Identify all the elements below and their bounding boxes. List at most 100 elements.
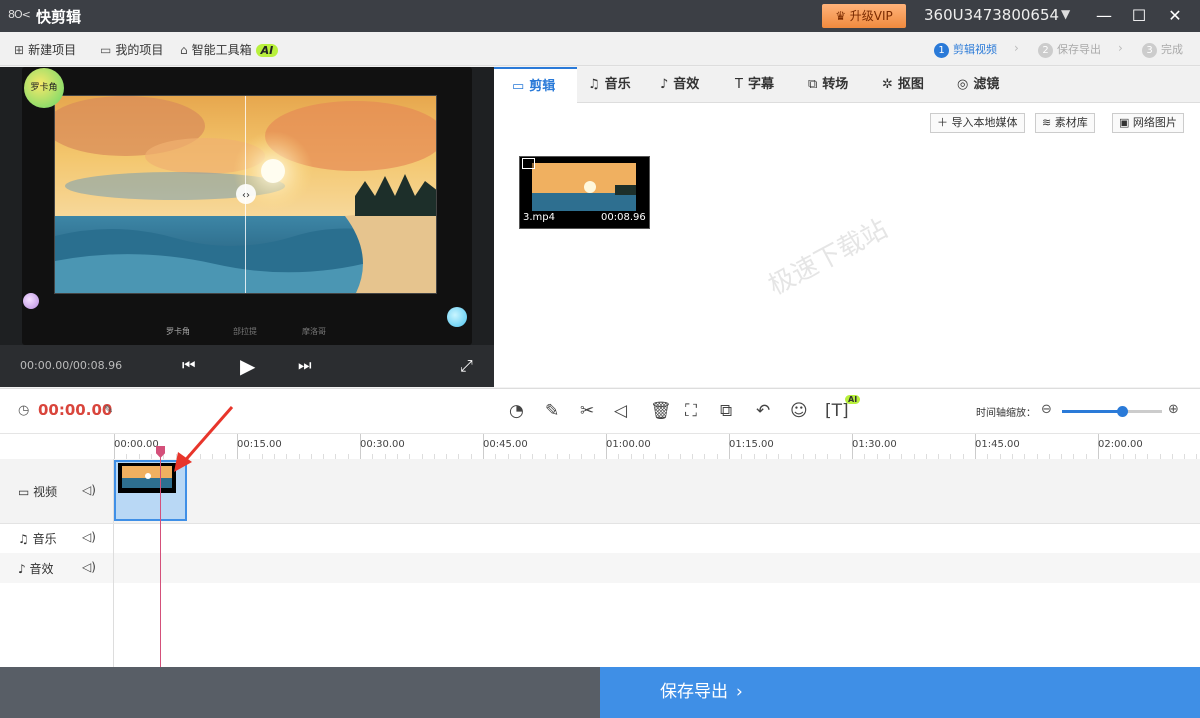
speaker-icon[interactable]: ◁)	[82, 530, 96, 544]
chevron-right-icon: ›	[1014, 41, 1019, 55]
button-label: 素材库	[1054, 116, 1088, 129]
zoom-slider-handle[interactable]	[1117, 406, 1128, 417]
decor-orb	[23, 293, 39, 309]
web-images-button[interactable]: ▣ 网络图片	[1112, 113, 1184, 133]
current-time: 00:00.00	[38, 401, 113, 419]
zoom-out-icon[interactable]: ⊖	[1041, 402, 1052, 417]
video-camera-icon: ▭	[18, 485, 34, 499]
tab-label: 音乐	[604, 77, 631, 92]
my-projects-button[interactable]: ▭ 我的项目	[100, 41, 163, 58]
checkbox-icon[interactable]	[522, 158, 535, 169]
music-note-icon: ♫	[588, 77, 600, 92]
toolbox-icon: ⌂	[180, 43, 188, 57]
previous-frame-icon[interactable]: ⏮	[182, 356, 196, 374]
zoom-slider-fill	[1062, 410, 1122, 413]
tab-filters[interactable]: ◎ 滤镜	[957, 67, 999, 103]
ruler-tick-label: 01:45.00	[975, 439, 1020, 450]
ruler-tick-label: 00:15.00	[237, 439, 282, 450]
filter-icon: ◎	[957, 77, 969, 92]
image-icon: ▣	[1119, 116, 1133, 129]
svg-text:‹›: ‹›	[242, 190, 250, 201]
tab-label: 滤镜	[973, 77, 1000, 92]
tab-subtitles[interactable]: T 字幕	[735, 67, 774, 103]
location-badge: 罗卡角	[24, 68, 64, 108]
preview-frame[interactable]: ‹›	[54, 95, 437, 294]
ai-badge: AI	[845, 395, 861, 404]
playhead-line	[160, 446, 161, 667]
subtitle-text: 摩洛哥	[302, 327, 326, 336]
chevron-right-icon: ›	[736, 682, 743, 702]
music-track-label: ♫ 音乐	[18, 530, 57, 547]
playback-controls: 00:00.00/00:08.96 ⏮ ▶ ⏭ ⤢	[0, 345, 494, 387]
tab-label: 字幕	[747, 77, 774, 92]
playback-time: 00:00.00/00:08.96	[20, 359, 123, 372]
speaker-icon[interactable]: ◁)	[82, 483, 96, 497]
media-clip-thumbnail[interactable]: 3.mp4 00:08.96	[519, 156, 650, 229]
new-project-button[interactable]: ⊞ 新建项目	[14, 41, 76, 58]
step-number: 1	[934, 43, 949, 58]
vip-label: 升级VIP	[849, 9, 893, 23]
upgrade-vip-button[interactable]: ♛ 升级VIP	[822, 4, 906, 28]
feature-tabs: ▭ 剪辑 ♫ 音乐 ♪ 音效 T 字幕 ⧉ 转场 ✲ 抠图 ◎ 滤镜	[494, 67, 1200, 103]
fullscreen-icon[interactable]: ⤢	[460, 356, 473, 376]
step-done: 3 完成	[1142, 41, 1183, 58]
app-name: 快剪辑	[36, 8, 82, 26]
tab-transitions[interactable]: ⧉ 转场	[808, 67, 848, 103]
ai-text-icon[interactable]: [T]	[825, 401, 849, 421]
step-label: 完成	[1161, 43, 1183, 56]
sticker-icon[interactable]: ☺	[790, 401, 808, 421]
account-dropdown-icon[interactable]: ▼	[1061, 7, 1070, 21]
crop-icon[interactable]: ⛶	[685, 401, 697, 421]
video-camera-icon: ▭	[512, 79, 525, 94]
minimize-icon[interactable]: —	[1089, 2, 1119, 30]
next-frame-icon[interactable]: ⏭	[298, 356, 312, 374]
music-note-icon: ♫	[18, 532, 33, 546]
effects-track-bg	[0, 553, 1200, 583]
step-label: 保存导出	[1057, 43, 1101, 56]
step-save-export: 2 保存导出	[1038, 41, 1101, 58]
chevron-right-icon: ›	[1118, 41, 1123, 55]
zoom-in-icon[interactable]: ⊕	[1168, 402, 1179, 417]
ai-badge: AI	[255, 44, 279, 57]
maximize-icon[interactable]: ☐	[1124, 2, 1154, 30]
copy-icon[interactable]: ⧉	[720, 401, 732, 421]
edit-time-icon[interactable]: ✎	[104, 403, 113, 416]
smart-tools-button[interactable]: ⌂ 智能工具箱 AI	[180, 41, 279, 58]
step-number: 3	[1142, 43, 1157, 58]
app-logo: 8O<	[8, 8, 31, 21]
tab-cutout[interactable]: ✲ 抠图	[882, 67, 924, 103]
speed-icon[interactable]: ◔	[509, 401, 524, 421]
track-name: 视频	[33, 485, 58, 499]
volume-icon[interactable]: ◁	[614, 401, 627, 421]
tab-label: 抠图	[897, 77, 924, 92]
user-account[interactable]: 360U3473800654	[924, 6, 1059, 24]
close-icon[interactable]: ✕	[1160, 2, 1190, 30]
ruler-tick-label: 01:30.00	[852, 439, 897, 450]
clip-name: 3.mp4	[523, 212, 555, 223]
save-export-button[interactable]: 保存导出 ›	[600, 667, 1200, 718]
pencil-icon[interactable]: ✎	[545, 401, 559, 421]
zoom-slider[interactable]	[1062, 406, 1162, 417]
ruler-tick-label: 00:30.00	[360, 439, 405, 450]
tab-sound-effects[interactable]: ♪ 音效	[660, 67, 699, 103]
track-name: 音乐	[32, 532, 57, 546]
tab-music[interactable]: ♫ 音乐	[588, 67, 631, 103]
tab-label: 转场	[822, 77, 849, 92]
undo-icon[interactable]: ↶	[756, 401, 770, 421]
clock-icon: ◷	[18, 403, 30, 418]
speaker-icon[interactable]: ◁)	[82, 560, 96, 574]
divider	[0, 523, 1200, 524]
step-edit-video: 1 剪辑视频	[934, 41, 997, 58]
scissors-icon[interactable]: ✂	[580, 401, 594, 421]
import-local-media-button[interactable]: ＋ 导入本地媒体	[930, 113, 1025, 133]
delete-icon[interactable]: 🗑	[650, 401, 672, 421]
tab-edit[interactable]: ▭ 剪辑	[494, 67, 577, 103]
crown-icon: ♛	[835, 9, 850, 23]
plus-box-icon: ⊞	[14, 43, 25, 57]
transition-icon: ⧉	[808, 77, 818, 92]
clip-duration: 00:08.96	[601, 212, 646, 223]
play-icon[interactable]: ▶	[240, 354, 255, 378]
material-library-button[interactable]: ≋ 素材库	[1035, 113, 1095, 133]
sunset-beach-image: ‹›	[55, 96, 436, 293]
new-project-label: 新建项目	[28, 43, 77, 57]
